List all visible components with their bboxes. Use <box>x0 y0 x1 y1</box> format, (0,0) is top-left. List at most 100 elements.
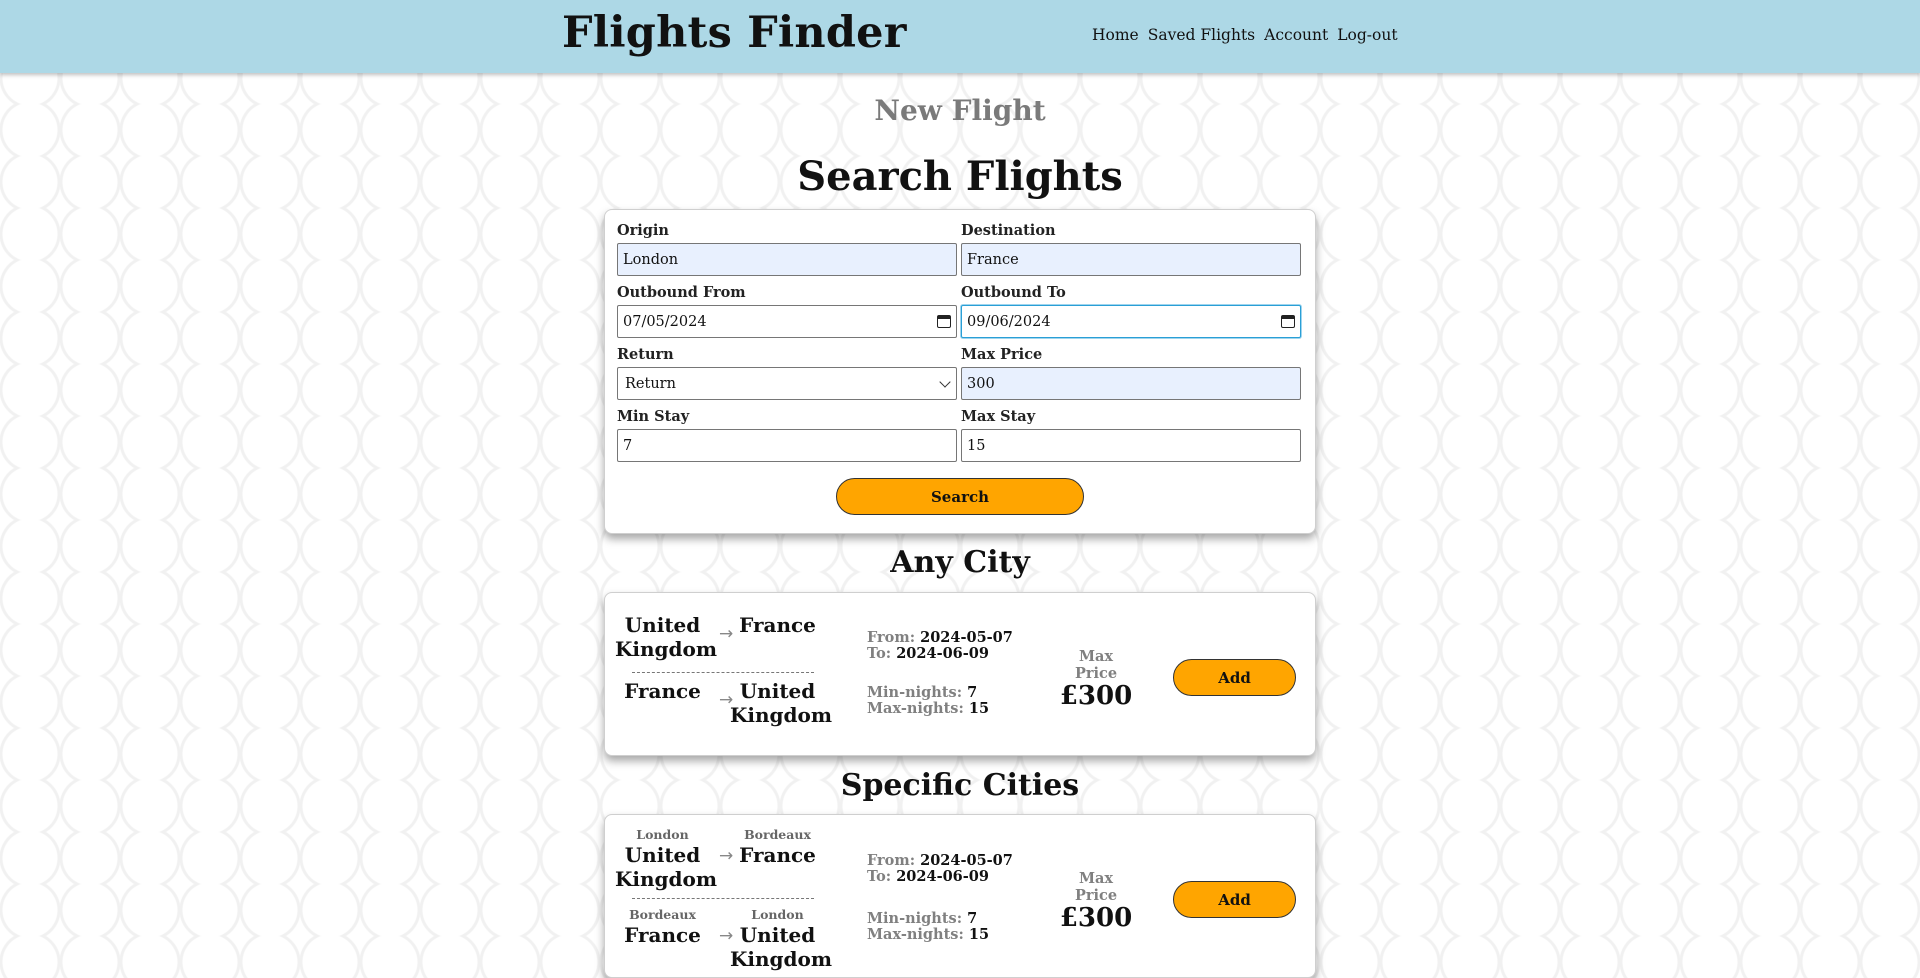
max-nights-label: Max-nights: <box>867 926 964 943</box>
from-value: 2024-05-07 <box>920 629 1013 646</box>
outbound-from-field: Outbound From 07/05/2024 <box>617 284 957 338</box>
max-price-display-label: Max Price <box>1074 648 1118 682</box>
outbound-destination-country: France <box>739 843 816 867</box>
min-nights-label: Min-nights: <box>867 910 963 927</box>
destination-input[interactable]: France <box>961 243 1301 276</box>
return-destination-country: United Kingdom <box>730 679 832 727</box>
max-price-display-value: £300 <box>1059 903 1133 933</box>
specific-cities-title: Specific Cities <box>840 768 1080 803</box>
max-stay-label: Max Stay <box>961 408 1036 425</box>
max-price-field: Max Price 300 <box>961 346 1301 400</box>
origin-label: Origin <box>617 222 669 239</box>
outbound-to-value: 09/06/2024 <box>967 313 1051 330</box>
to-value: 2024-06-09 <box>896 645 989 662</box>
to-label: To: <box>867 868 892 885</box>
nav-home[interactable]: Home <box>1092 26 1139 44</box>
search-flights-title: Search Flights <box>797 153 1123 200</box>
min-nights-label: Min-nights: <box>867 684 963 701</box>
max-price-label: Max Price <box>961 346 1043 363</box>
return-origin-country: France <box>624 923 701 947</box>
outbound-destination-city: Bordeaux <box>744 827 811 842</box>
search-button[interactable]: Search <box>836 478 1084 515</box>
outbound-destination: Bordeaux France <box>730 827 825 867</box>
max-price-input[interactable]: 300 <box>961 367 1301 400</box>
destination-field: Destination France <box>961 222 1301 276</box>
any-city-title: Any City <box>890 545 1030 580</box>
from-value: 2024-05-07 <box>920 852 1013 869</box>
outbound-to-date-input[interactable]: 09/06/2024 <box>961 305 1301 338</box>
max-nights-value: 15 <box>968 926 990 943</box>
min-nights-value: 7 <box>967 910 978 927</box>
from-label: From: <box>867 852 916 869</box>
outbound-origin: London United Kingdom <box>615 827 717 891</box>
night-range: Min-nights: 7 Max-nights: 15 <box>867 911 989 943</box>
max-price-display: Max Price £300 <box>1056 648 1136 710</box>
specific-cities-result-card: London United Kingdom → Bordeaux France … <box>604 814 1316 978</box>
return-origin-city: Bordeaux <box>629 907 696 922</box>
to-label: To: <box>867 645 892 662</box>
new-flight-heading: New Flight <box>874 94 1046 127</box>
date-range: From: 2024-05-07 To: 2024-06-09 <box>867 630 1013 662</box>
min-stay-label: Min Stay <box>617 408 690 425</box>
outbound-origin-country: United Kingdom <box>615 843 717 891</box>
max-stay-value: 15 <box>967 437 986 454</box>
to-value: 2024-06-09 <box>896 868 989 885</box>
search-form-card: Origin London Destination France Outboun… <box>604 209 1316 534</box>
origin-input[interactable]: London <box>617 243 957 276</box>
min-nights-value: 7 <box>967 684 978 701</box>
return-destination-country: United Kingdom <box>730 923 832 971</box>
outbound-origin-country: United Kingdom <box>615 613 717 661</box>
leg-divider <box>632 898 814 899</box>
origin-field: Origin London <box>617 222 957 276</box>
return-field: Return Return <box>617 346 957 400</box>
top-header: Flights Finder Home Saved Flights Accoun… <box>0 0 1920 73</box>
return-label: Return <box>617 346 674 363</box>
return-leg: France → United Kingdom <box>615 679 832 741</box>
nav-account[interactable]: Account <box>1264 26 1328 44</box>
max-nights-label: Max-nights: <box>867 700 964 717</box>
max-nights-value: 15 <box>968 700 990 717</box>
return-origin-country: France <box>624 679 701 703</box>
from-label: From: <box>867 629 916 646</box>
max-price-display-label: Max Price <box>1074 870 1118 904</box>
max-price-display: Max Price £300 <box>1056 870 1136 932</box>
night-range: Min-nights: 7 Max-nights: 15 <box>867 685 989 717</box>
nav-logout[interactable]: Log-out <box>1337 26 1397 44</box>
max-price-value: 300 <box>967 375 995 392</box>
min-stay-value: 7 <box>623 437 633 454</box>
return-destination-city: London <box>751 907 804 922</box>
any-city-result-card: United Kingdom → France France → United … <box>604 592 1316 756</box>
return-origin: Bordeaux France <box>615 907 710 947</box>
outbound-from-date-input[interactable]: 07/05/2024 <box>617 305 957 338</box>
outbound-to-field: Outbound To 09/06/2024 <box>961 284 1301 338</box>
max-stay-field: Max Stay 15 <box>961 408 1301 462</box>
outbound-to-label: Outbound To <box>961 284 1066 301</box>
add-specific-cities-button[interactable]: Add <box>1173 881 1296 918</box>
brand-title: Flights Finder <box>562 8 907 58</box>
outbound-destination-country: France <box>739 613 816 637</box>
max-price-display-value: £300 <box>1059 681 1133 711</box>
destination-value: France <box>967 251 1019 268</box>
max-stay-input[interactable]: 15 <box>961 429 1301 462</box>
calendar-icon[interactable] <box>937 315 951 328</box>
add-any-city-button[interactable]: Add <box>1173 659 1296 696</box>
outbound-from-value: 07/05/2024 <box>623 313 707 330</box>
destination-label: Destination <box>961 222 1056 239</box>
outbound-origin-city: London <box>636 827 689 842</box>
return-destination: London United Kingdom <box>730 907 832 971</box>
min-stay-input[interactable]: 7 <box>617 429 957 462</box>
chevron-down-icon <box>939 375 951 388</box>
leg-divider <box>632 672 814 673</box>
nav-saved-flights[interactable]: Saved Flights <box>1148 26 1255 44</box>
date-range: From: 2024-05-07 To: 2024-06-09 <box>867 853 1013 885</box>
outbound-from-label: Outbound From <box>617 284 746 301</box>
outbound-leg: London United Kingdom → Bordeaux France <box>615 827 816 891</box>
return-value: Return <box>625 375 676 392</box>
calendar-icon[interactable] <box>1281 315 1295 328</box>
origin-value: London <box>623 251 679 268</box>
outbound-leg: United Kingdom → France <box>615 613 816 675</box>
min-stay-field: Min Stay 7 <box>617 408 957 462</box>
return-select[interactable]: Return <box>617 367 957 400</box>
main-nav: Home Saved Flights Account Log-out <box>1092 26 1398 44</box>
return-leg: Bordeaux France → London United Kingdom <box>615 907 832 971</box>
